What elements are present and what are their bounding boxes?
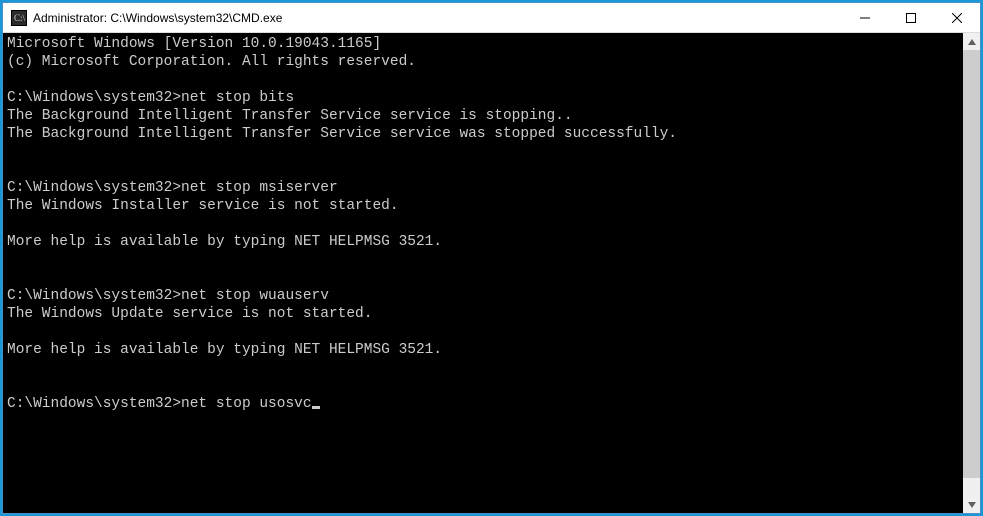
console-current-line[interactable]: C:\Windows\system32>net stop usosvc: [7, 395, 959, 413]
console-line: The Background Intelligent Transfer Serv…: [7, 107, 959, 125]
close-button[interactable]: [934, 3, 980, 32]
scroll-down-button[interactable]: [963, 496, 980, 513]
vertical-scrollbar[interactable]: [963, 33, 980, 513]
console-line: C:\Windows\system32>net stop bits: [7, 89, 959, 107]
console-area[interactable]: Microsoft Windows [Version 10.0.19043.11…: [3, 33, 980, 513]
maximize-button[interactable]: [888, 3, 934, 32]
console-line: Microsoft Windows [Version 10.0.19043.11…: [7, 35, 959, 53]
console-line: C:\Windows\system32>net stop wuauserv: [7, 287, 959, 305]
console-line: [7, 377, 959, 395]
console-line: [7, 359, 959, 377]
console-line: [7, 269, 959, 287]
scroll-track[interactable]: [963, 50, 980, 496]
titlebar[interactable]: C:\ Administrator: C:\Windows\system32\C…: [3, 3, 980, 33]
console-output[interactable]: Microsoft Windows [Version 10.0.19043.11…: [3, 33, 963, 513]
console-line: [7, 323, 959, 341]
console-line: The Windows Installer service is not sta…: [7, 197, 959, 215]
console-line: [7, 71, 959, 89]
scroll-up-button[interactable]: [963, 33, 980, 50]
console-line: [7, 161, 959, 179]
cursor: [312, 406, 320, 409]
console-line: The Background Intelligent Transfer Serv…: [7, 125, 959, 143]
minimize-button[interactable]: [842, 3, 888, 32]
console-line: (c) Microsoft Corporation. All rights re…: [7, 53, 959, 71]
console-line: C:\Windows\system32>net stop msiserver: [7, 179, 959, 197]
cmd-icon: C:\: [11, 10, 27, 26]
console-line: The Windows Update service is not starte…: [7, 305, 959, 323]
console-line: More help is available by typing NET HEL…: [7, 233, 959, 251]
scroll-thumb[interactable]: [963, 50, 980, 478]
console-line: [7, 251, 959, 269]
console-line: [7, 215, 959, 233]
console-line: More help is available by typing NET HEL…: [7, 341, 959, 359]
window-controls: [842, 3, 980, 32]
window-title: Administrator: C:\Windows\system32\CMD.e…: [33, 11, 842, 25]
console-line: [7, 143, 959, 161]
svg-text:C:\: C:\: [14, 13, 26, 23]
cmd-window: C:\ Administrator: C:\Windows\system32\C…: [2, 2, 981, 514]
